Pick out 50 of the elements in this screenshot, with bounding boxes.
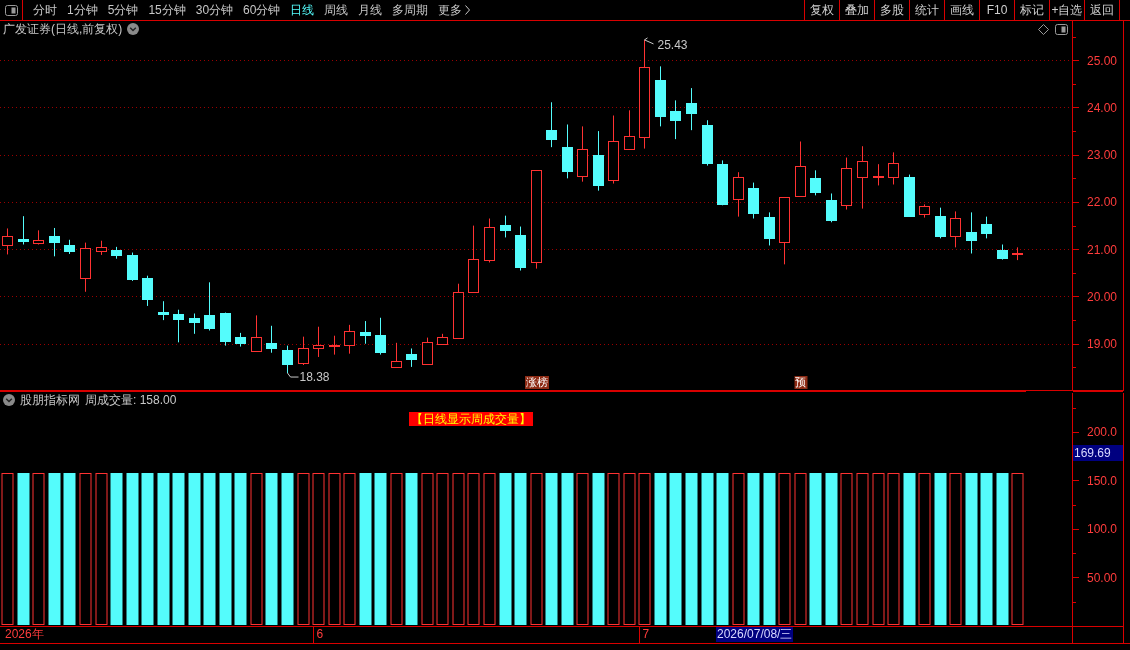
more-periods-button[interactable]: 更多 xyxy=(433,1,476,19)
toolbar-button[interactable]: F10 xyxy=(979,0,1014,20)
chart-title: 广发证券(日线,前复权) xyxy=(3,20,123,38)
price-axis-label: 21.00 xyxy=(1087,242,1118,257)
toolbar-button[interactable]: +自选 xyxy=(1049,0,1084,20)
annotation: 25.43 xyxy=(657,37,688,52)
period-tab[interactable]: 30分钟 xyxy=(190,1,239,19)
period-tab[interactable]: 周线 xyxy=(319,1,354,19)
toolbar-button[interactable]: 画线 xyxy=(944,0,979,20)
price-axis-label: 19.00 xyxy=(1087,337,1118,352)
panel-toggle-icon[interactable] xyxy=(4,4,18,16)
price-axis-label: 20.00 xyxy=(1087,290,1118,304)
chevron-right-icon xyxy=(465,5,471,15)
year-label: 2026年 xyxy=(5,627,44,642)
price-axis-label: 25.00 xyxy=(1087,53,1118,68)
period-tab[interactable]: 5分钟 xyxy=(102,1,144,19)
volume-axis-label: 200.0 xyxy=(1087,425,1118,440)
period-tab[interactable]: 60分钟 xyxy=(238,1,286,19)
indicator-reading: 周成交量: 158.00 xyxy=(85,391,177,409)
chevron-down-icon[interactable] xyxy=(3,394,15,406)
price-axis-label: 22.00 xyxy=(1087,195,1118,210)
toolbar-button[interactable]: 叠加 xyxy=(839,0,874,20)
event-tag[interactable]: 预 xyxy=(794,376,807,389)
toolbar-button[interactable]: 返回 xyxy=(1084,0,1119,20)
price-axis-label: 23.00 xyxy=(1087,148,1118,163)
period-tab[interactable]: 1分钟 xyxy=(62,1,103,19)
price-axis-label: 24.00 xyxy=(1087,101,1118,115)
date-axis-label: 6 xyxy=(316,627,324,642)
period-tab[interactable]: 15分钟 xyxy=(143,1,191,19)
toolbar-button[interactable]: 标记 xyxy=(1014,0,1049,20)
period-tab[interactable]: 多周期 xyxy=(387,1,434,19)
diamond-icon[interactable] xyxy=(1038,23,1049,35)
crosshair-value-label: 169.69 xyxy=(1073,445,1123,461)
toolbar-button[interactable]: 复权 xyxy=(804,0,839,20)
crosshair-date-label: 2026/07/08/三 xyxy=(716,627,794,642)
event-tag[interactable]: 涨榜 xyxy=(524,376,549,389)
period-tab[interactable]: 月线 xyxy=(353,1,388,19)
toolbar-button[interactable]: 多股 xyxy=(874,0,909,20)
indicator-name: 股朋指标网 xyxy=(20,391,80,409)
volume-axis-label: 150.0 xyxy=(1087,473,1118,488)
volume-axis-label: 50.00 xyxy=(1087,570,1118,585)
panel-toggle-icon[interactable] xyxy=(1055,23,1068,35)
chevron-down-icon[interactable] xyxy=(127,23,140,35)
period-tab[interactable]: 分时 xyxy=(28,1,62,19)
toolbar-button[interactable]: 统计 xyxy=(909,0,944,20)
date-axis-label: 7 xyxy=(642,627,650,642)
period-tab[interactable]: 日线 xyxy=(285,1,320,19)
annotation: 18.38 xyxy=(299,370,330,385)
indicator-note: 【日线显示周成交量】 xyxy=(409,412,533,426)
volume-axis-label: 100.0 xyxy=(1087,522,1118,537)
